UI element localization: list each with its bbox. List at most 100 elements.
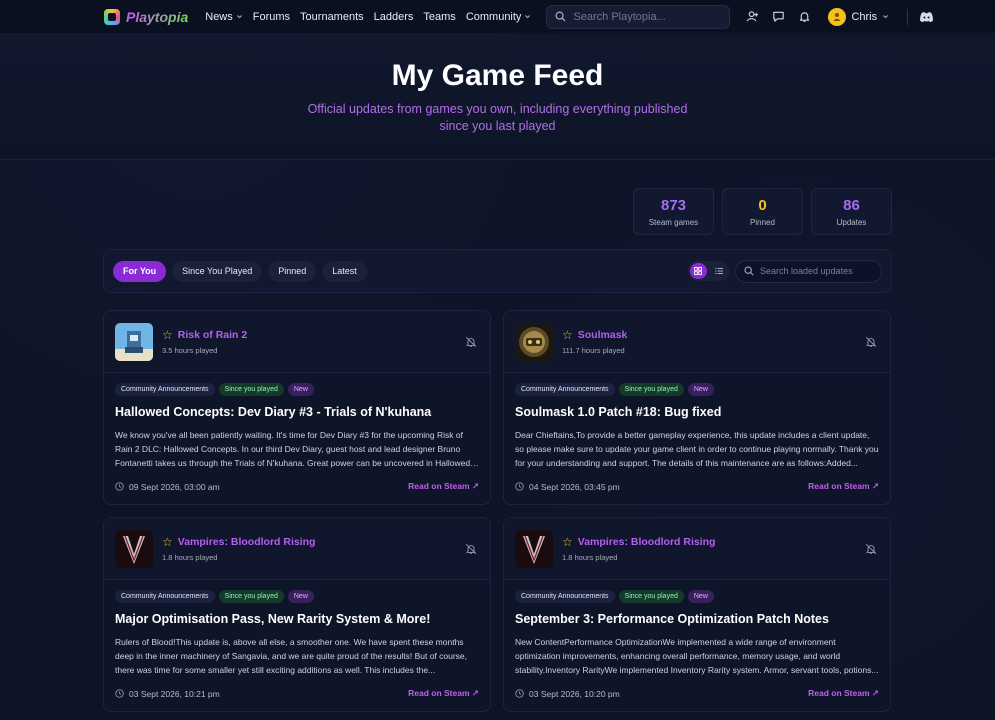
stat-value: 0 xyxy=(758,197,767,214)
filter-bar: For You Since You Played Pinned Latest xyxy=(103,249,892,293)
star-icon[interactable]: ☆ xyxy=(562,329,573,341)
read-on-steam-link[interactable]: Read on Steam ↗ xyxy=(408,481,479,492)
star-icon[interactable]: ☆ xyxy=(162,536,173,548)
nav-link-tournaments[interactable]: Tournaments xyxy=(295,11,369,23)
post-title[interactable]: Hallowed Concepts: Dev Diary #3 - Trials… xyxy=(115,405,479,419)
site-search-input[interactable] xyxy=(573,10,714,23)
update-card: ☆ Risk of Rain 2 3.5 hours played Commun… xyxy=(103,310,491,505)
game-name[interactable]: Vampires: Bloodlord Rising xyxy=(578,536,716,548)
stat-value: 873 xyxy=(660,197,687,214)
stat-updates: 86 Updates xyxy=(811,188,892,235)
game-thumbnail[interactable] xyxy=(515,529,553,568)
chip-new: New xyxy=(287,383,314,396)
messages-icon[interactable] xyxy=(770,9,786,25)
star-icon[interactable]: ☆ xyxy=(562,536,573,548)
post-date: 09 Sept 2026, 03:00 am xyxy=(115,482,220,492)
updates-search-input[interactable] xyxy=(760,266,870,276)
chip-category: Community Announcements xyxy=(115,383,215,396)
read-on-steam-link[interactable]: Read on Steam ↗ xyxy=(808,481,879,492)
post-title[interactable]: Major Optimisation Pass, New Rarity Syst… xyxy=(115,612,479,626)
stat-label: Updates xyxy=(836,218,867,227)
game-row: ☆ Vampires: Bloodlord Rising xyxy=(562,536,715,548)
chip-new: New xyxy=(687,383,714,396)
game-thumbnail[interactable] xyxy=(115,322,153,361)
post-title[interactable]: September 3: Performance Optimization Pa… xyxy=(515,612,879,626)
nav-link-label: Forums xyxy=(252,10,291,23)
card-footer: 04 Sept 2026, 03:45 pm Read on Steam ↗ xyxy=(515,481,879,492)
card-header: ☆ Vampires: Bloodlord Rising 1.8 hours p… xyxy=(104,518,490,580)
nav-link-news[interactable]: News xyxy=(200,11,248,23)
page-subtitle: Official updates from games you own, inc… xyxy=(307,102,688,133)
tab-since-you-played[interactable]: Since You Played xyxy=(172,260,263,282)
post-excerpt: Dear Chieftains,To provide a better game… xyxy=(515,430,879,468)
post-date: 03 Sept 2026, 10:20 pm xyxy=(515,689,620,699)
chip-new: New xyxy=(287,590,314,603)
card-footer: 03 Sept 2026, 10:20 pm Read on Steam ↗ xyxy=(515,688,879,699)
chip-category: Community Announcements xyxy=(515,590,615,603)
user-name: Chris xyxy=(851,10,878,23)
card-body: Community Announcements Since you played… xyxy=(104,373,490,470)
updates-search[interactable] xyxy=(735,259,882,283)
add-friend-icon[interactable] xyxy=(744,9,760,25)
nav-link-forums[interactable]: Forums xyxy=(248,11,295,23)
chevron-down-icon xyxy=(883,15,889,19)
tab-pinned[interactable]: Pinned xyxy=(268,260,317,282)
discord-icon[interactable] xyxy=(918,9,934,25)
mute-notifications-icon[interactable] xyxy=(865,335,879,349)
grid-view-icon[interactable] xyxy=(690,263,707,279)
game-name[interactable]: Risk of Rain 2 xyxy=(178,329,247,341)
game-thumbnail[interactable] xyxy=(115,529,153,568)
avatar xyxy=(828,7,847,26)
game-row: ☆ Risk of Rain 2 xyxy=(162,329,247,341)
nav-link-ladders[interactable]: Ladders xyxy=(369,11,419,23)
clock-icon xyxy=(515,482,524,491)
post-date-text: 03 Sept 2026, 10:21 pm xyxy=(129,688,220,699)
mute-notifications-icon[interactable] xyxy=(865,542,879,556)
stat-steam-games: 873 Steam games xyxy=(633,188,714,235)
search-icon xyxy=(744,266,754,276)
chevron-down-icon xyxy=(525,15,531,19)
card-header: ☆ Soulmask 111.7 hours played xyxy=(504,311,890,373)
brand-logo[interactable]: Playtopia xyxy=(104,8,189,25)
brand-name: Playtopia xyxy=(126,8,189,25)
nav-link-label: Tournaments xyxy=(300,10,364,23)
card-body: Community Announcements Since you played… xyxy=(504,373,890,470)
top-navbar: Playtopia News Forums Tournaments Ladder… xyxy=(0,0,995,34)
post-date: 04 Sept 2026, 03:45 pm xyxy=(515,482,620,492)
game-thumbnail[interactable] xyxy=(515,322,553,361)
clock-icon xyxy=(115,689,124,698)
site-search[interactable] xyxy=(546,4,731,29)
nav-link-teams[interactable]: Teams xyxy=(418,11,460,23)
page: Playtopia News Forums Tournaments Ladder… xyxy=(0,0,995,720)
nav-divider xyxy=(907,8,909,25)
notifications-icon[interactable] xyxy=(796,9,812,25)
hours-played: 3.5 hours played xyxy=(162,345,218,355)
mute-notifications-icon[interactable] xyxy=(465,542,479,556)
game-meta: ☆ Vampires: Bloodlord Rising 1.8 hours p… xyxy=(162,536,315,562)
post-date-text: 03 Sept 2026, 10:20 pm xyxy=(529,688,620,699)
post-title[interactable]: Soulmask 1.0 Patch #18: Bug fixed xyxy=(515,405,879,419)
mute-notifications-icon[interactable] xyxy=(465,335,479,349)
game-name[interactable]: Vampires: Bloodlord Rising xyxy=(178,536,316,548)
chip-row: Community Announcements Since you played… xyxy=(115,383,479,396)
card-footer: 09 Sept 2026, 03:00 am Read on Steam ↗ xyxy=(115,481,479,492)
star-icon[interactable]: ☆ xyxy=(162,329,173,341)
clock-icon xyxy=(515,689,524,698)
read-on-steam-link[interactable]: Read on Steam ↗ xyxy=(808,688,879,699)
page-title: My Game Feed xyxy=(391,59,604,92)
tab-for-you[interactable]: For You xyxy=(113,260,167,282)
hours-played: 1.8 hours played xyxy=(162,552,218,562)
user-menu[interactable]: Chris xyxy=(828,7,889,26)
chip-since-played: Since you played xyxy=(618,383,684,396)
stats-row: 873 Steam games 0 Pinned 86 Updates xyxy=(633,188,892,235)
list-view-icon[interactable] xyxy=(711,263,728,279)
hours-played: 111.7 hours played xyxy=(562,345,625,355)
game-name[interactable]: Soulmask xyxy=(578,329,628,341)
chip-category: Community Announcements xyxy=(515,383,615,396)
read-on-steam-link[interactable]: Read on Steam ↗ xyxy=(408,688,479,699)
post-date: 03 Sept 2026, 10:21 pm xyxy=(115,689,220,699)
logo-icon xyxy=(104,8,120,25)
tab-latest[interactable]: Latest xyxy=(322,260,367,282)
chip-since-played: Since you played xyxy=(218,590,284,603)
nav-link-community[interactable]: Community xyxy=(461,11,537,23)
